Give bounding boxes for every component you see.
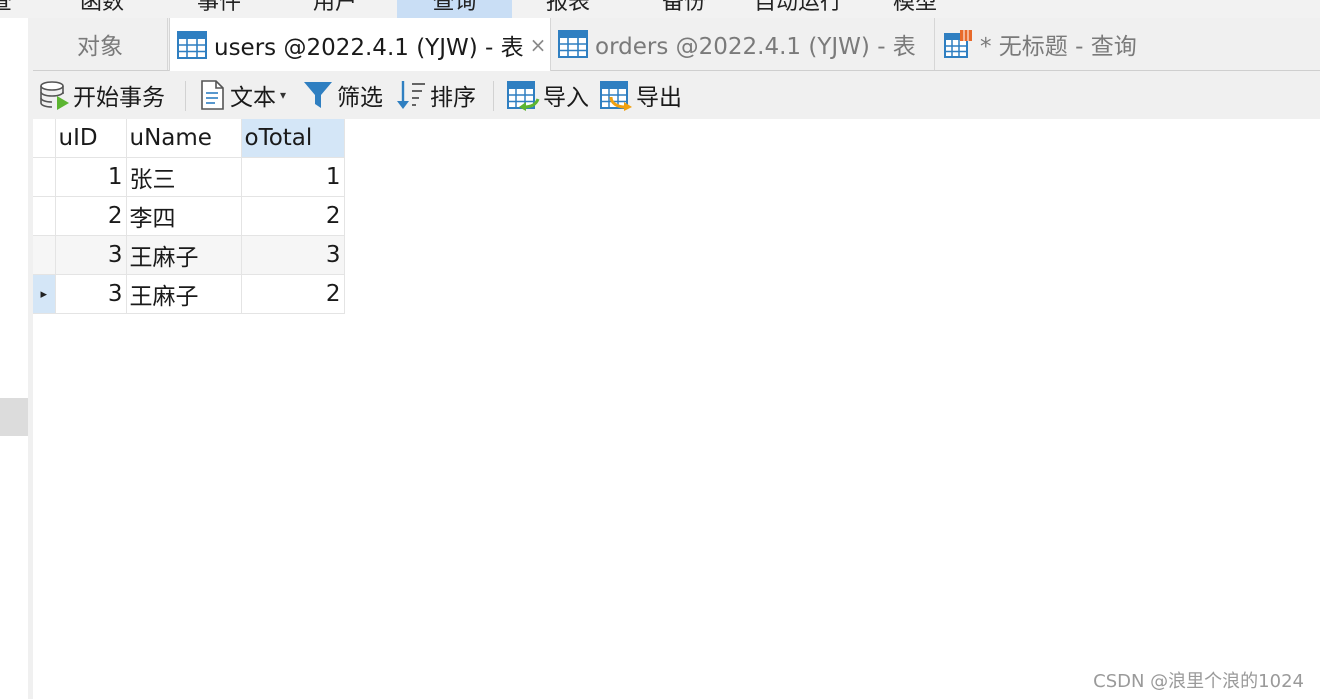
begin-transaction-button[interactable]: 开始事务: [38, 79, 165, 111]
sort-button[interactable]: 排序: [395, 79, 476, 111]
query-icon: [944, 30, 972, 58]
table-row[interactable]: 3 王麻子 3: [33, 235, 345, 275]
table-row[interactable]: 1 张三 1: [33, 157, 345, 197]
text-button[interactable]: 文本 ▾: [197, 79, 286, 111]
menu-item-reports[interactable]: 报表: [546, 0, 590, 18]
current-row-marker-icon[interactable]: ▸: [33, 274, 56, 314]
begin-transaction-label: 开始事务: [73, 85, 165, 111]
import-button[interactable]: 导入: [506, 79, 589, 111]
cell-uid[interactable]: 3: [54, 274, 127, 314]
menu-item-automation[interactable]: 自动运行: [754, 0, 842, 18]
table-row[interactable]: 2 李四 2: [33, 196, 345, 236]
filter-button[interactable]: 筛选: [302, 79, 383, 111]
cell-ototal[interactable]: 2: [240, 196, 345, 236]
import-label: 导入: [543, 85, 589, 111]
menu-bar: 查 函数 事件 用户 查询 报表 备份 自动运行 模型: [0, 0, 1320, 18]
column-header-uname[interactable]: uName: [125, 119, 242, 158]
tab-label: orders @2022.4.1 (YJW) - 表: [595, 34, 916, 60]
toolbar-divider: [185, 81, 186, 111]
cell-uname[interactable]: 王麻子: [125, 235, 242, 275]
row-header-corner[interactable]: [33, 119, 56, 158]
tab-label: * 无标题 - 查询: [980, 34, 1137, 60]
navigation-pane: [0, 18, 29, 699]
filter-label: 筛选: [337, 85, 383, 111]
cell-ototal[interactable]: 1: [240, 157, 345, 197]
cell-ototal[interactable]: 2: [240, 274, 345, 314]
tab-untitled-query[interactable]: * 无标题 - 查询: [936, 18, 1176, 70]
sort-icon: [397, 81, 425, 109]
table-icon: [177, 30, 207, 59]
cell-uid[interactable]: 1: [54, 157, 127, 197]
row-header[interactable]: [33, 157, 56, 197]
grid-header-row: uID uName oTotal: [33, 119, 345, 158]
filter-icon: [304, 82, 332, 108]
cell-uname[interactable]: 王麻子: [125, 274, 242, 314]
export-label: 导出: [636, 85, 682, 111]
dropdown-arrow-icon[interactable]: ▾: [280, 88, 286, 102]
cell-uid[interactable]: 3: [54, 235, 127, 275]
document-icon: [201, 80, 224, 110]
menu-item-query[interactable]: 查询: [397, 0, 512, 18]
text-label: 文本: [230, 85, 276, 111]
menu-item-0[interactable]: 查: [0, 0, 12, 18]
sort-label: 排序: [430, 85, 476, 111]
export-button[interactable]: 导出: [599, 79, 682, 111]
menu-item-events[interactable]: 事件: [197, 0, 241, 18]
toolbar-divider: [493, 81, 494, 111]
data-grid: uID uName oTotal 1 张三 1 2 李四 2 3 王麻子 3 ▸…: [33, 119, 345, 314]
cell-ototal[interactable]: 3: [240, 235, 345, 275]
column-header-uid[interactable]: uID: [54, 119, 127, 158]
tab-orders-table[interactable]: orders @2022.4.1 (YJW) - 表: [551, 18, 935, 70]
tab-label: users @2022.4.1 (YJW) - 表: [214, 34, 524, 61]
row-header[interactable]: [33, 235, 56, 275]
row-header[interactable]: [33, 196, 56, 236]
splitter-handle[interactable]: [0, 398, 28, 436]
tab-bar: 对象 users @2022.4.1 (YJW) - 表 × orders @2…: [33, 18, 1320, 71]
menu-item-users[interactable]: 用户: [313, 0, 357, 18]
database-transaction-icon: [40, 81, 69, 110]
close-icon[interactable]: ×: [530, 33, 547, 57]
table-row[interactable]: ▸ 3 王麻子 2: [33, 274, 345, 314]
column-header-ototal[interactable]: oTotal: [240, 119, 345, 158]
cell-uname[interactable]: 李四: [125, 196, 242, 236]
cell-uname[interactable]: 张三: [125, 157, 242, 197]
tab-objects[interactable]: 对象: [33, 18, 168, 70]
export-icon: [600, 81, 632, 111]
menu-item-backup[interactable]: 备份: [662, 0, 706, 18]
toolbar: 开始事务 文本 ▾ 筛选 排序 导入 导出: [33, 71, 1320, 119]
import-icon: [507, 81, 540, 111]
menu-item-functions[interactable]: 函数: [80, 0, 124, 18]
menu-item-model[interactable]: 模型: [893, 0, 937, 18]
tab-users-table[interactable]: users @2022.4.1 (YJW) - 表 ×: [169, 18, 551, 71]
table-icon: [558, 30, 588, 58]
watermark: CSDN @浪里个浪的1024: [1093, 671, 1304, 692]
cell-uid[interactable]: 2: [54, 196, 127, 236]
